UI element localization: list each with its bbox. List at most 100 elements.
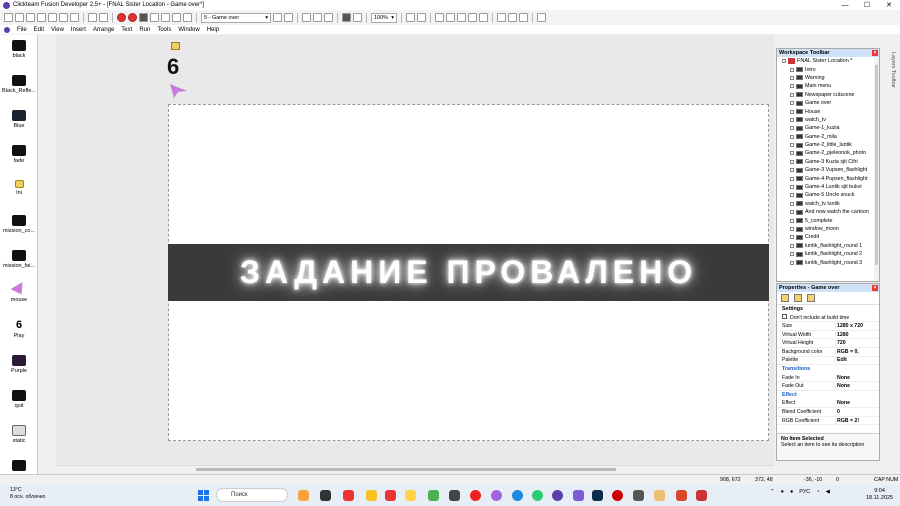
frame-tree-item[interactable]: Intro — [777, 65, 879, 73]
tray-app-icon[interactable]: ● — [790, 489, 793, 495]
frame-tree-item[interactable]: Game-3 Kuzia sjit Cifri — [777, 158, 879, 166]
object-item[interactable]: static — [0, 425, 37, 444]
object-item[interactable]: Black_Refle... — [0, 75, 37, 94]
object-item[interactable]: Purple — [0, 355, 37, 374]
fusion-icon[interactable] — [552, 490, 563, 501]
menu-file[interactable]: File — [17, 27, 27, 33]
minimize-button[interactable]: — — [834, 0, 856, 10]
object-item[interactable]: quit — [0, 390, 37, 409]
expand-icon[interactable] — [790, 84, 794, 89]
image-icon[interactable] — [435, 13, 444, 22]
grid-icon[interactable] — [313, 13, 322, 22]
menu-tools[interactable]: Tools — [157, 27, 171, 33]
shape-icon[interactable] — [479, 13, 488, 22]
menu-arrange[interactable]: Arrange — [93, 27, 114, 33]
redo-icon[interactable] — [99, 13, 108, 22]
menu-run[interactable]: Run — [139, 27, 150, 33]
taskbar-app-icon[interactable] — [696, 490, 707, 501]
object-item[interactable]: mission_fai... — [0, 250, 37, 269]
taskbar-app-icon[interactable] — [654, 490, 665, 501]
object-item[interactable]: fade — [0, 145, 37, 164]
expand-icon[interactable] — [790, 243, 794, 248]
menu-view[interactable]: View — [51, 27, 64, 33]
taskbar-app-icon[interactable] — [366, 490, 377, 501]
fullscreen-icon[interactable] — [537, 13, 546, 22]
property-row[interactable]: Background color RGB = 0, — [777, 348, 879, 357]
taskbar-app-icon[interactable] — [428, 490, 439, 501]
expand-icon[interactable] — [790, 210, 794, 215]
layers-toolbar-tab[interactable]: Layers Toolbar — [882, 48, 896, 168]
property-row[interactable]: Virtual Height 720 — [777, 339, 879, 348]
powerpoint-icon[interactable] — [676, 490, 687, 501]
tray-app-icon[interactable]: ● — [781, 489, 784, 495]
taskbar-app-icon[interactable] — [612, 490, 623, 501]
align-right-icon[interactable] — [519, 13, 528, 22]
object-item[interactable]: black — [0, 40, 37, 59]
frame-select[interactable]: 5 - Game over ▾ — [201, 12, 271, 23]
frame-tree-item[interactable]: Game-2_mila — [777, 133, 879, 141]
frame-tree-item[interactable]: luntik_flashlight_round 1 — [777, 242, 879, 250]
expand-icon[interactable] — [790, 218, 794, 223]
object-item[interactable]: 6 Play — [0, 319, 37, 339]
event-list-icon[interactable] — [183, 13, 192, 22]
property-value[interactable]: None — [835, 383, 875, 390]
align-icon[interactable] — [302, 13, 311, 22]
expand-icon[interactable] — [790, 193, 794, 198]
folder-icon[interactable] — [405, 490, 416, 501]
chevron-up-icon[interactable]: ⌃ — [770, 489, 775, 495]
text-icon[interactable] — [468, 13, 477, 22]
frame-tree-item[interactable]: window_moon — [777, 225, 879, 233]
property-value[interactable]: 1280 — [835, 331, 875, 338]
weather-widget[interactable]: 13°C 8 осн. облачно — [10, 487, 45, 501]
save-all-icon[interactable] — [37, 13, 46, 22]
runtime-tab-icon[interactable] — [794, 294, 802, 302]
ini-object-icon[interactable] — [171, 42, 180, 50]
menu-edit[interactable]: Edit — [34, 27, 44, 33]
expand-icon[interactable] — [790, 101, 794, 106]
expand-icon[interactable] — [790, 252, 794, 257]
expand-icon[interactable] — [790, 176, 794, 181]
app-menu-icon[interactable] — [4, 26, 10, 33]
mouse-object[interactable] — [170, 84, 188, 100]
edge-icon[interactable] — [512, 490, 523, 501]
property-row[interactable]: Effect None — [777, 400, 879, 409]
frame-tree-item[interactable]: Warning — [777, 74, 879, 82]
taskbar-app-icon[interactable] — [633, 490, 644, 501]
close-button[interactable]: ✕ — [878, 0, 900, 10]
opera-icon[interactable] — [470, 490, 481, 501]
pen-icon[interactable] — [446, 13, 455, 22]
taskbar-app-icon[interactable] — [449, 490, 460, 501]
zoom-icon[interactable] — [417, 13, 426, 22]
frame-tree-item[interactable]: 5_complete — [777, 216, 879, 224]
object-item[interactable]: mouse — [0, 282, 37, 303]
wifi-icon[interactable]: ◔ — [816, 489, 819, 495]
counter-object[interactable]: 6 — [167, 54, 179, 80]
property-row[interactable]: Palette Edit — [777, 357, 879, 366]
paste-icon[interactable] — [70, 13, 79, 22]
start-icon[interactable] — [198, 490, 209, 501]
frame-tree-item[interactable]: Game-5 Uncle snuck — [777, 191, 879, 199]
maximize-button[interactable]: ☐ — [856, 0, 878, 10]
object-item[interactable]: mission_co... — [0, 215, 37, 234]
layers-icon[interactable] — [342, 13, 351, 22]
event-editor-icon[interactable] — [172, 13, 181, 22]
align-center-icon[interactable] — [508, 13, 517, 22]
run-frame-icon[interactable] — [139, 13, 148, 22]
frame-tree-item[interactable]: Game-3 Vupsen_flashlight — [777, 166, 879, 174]
zoom-select[interactable]: 100% ▾ — [371, 12, 397, 23]
property-value[interactable]: 1280 x 720 — [835, 322, 875, 329]
align-left-icon[interactable] — [497, 13, 506, 22]
frame-editor-icon[interactable] — [161, 13, 170, 22]
mission-failed-banner[interactable]: ЗАДАНИЕ ПРОВАЛЕНО — [168, 244, 769, 301]
expand-icon[interactable] — [790, 227, 794, 231]
frame-tree-item[interactable]: Game-2_little_luntik — [777, 141, 879, 149]
snap-icon[interactable] — [324, 13, 333, 22]
property-row[interactable]: Fade Out None — [777, 382, 879, 391]
property-row[interactable]: Fade In None — [777, 374, 879, 383]
taskbar-app-icon[interactable] — [298, 490, 309, 501]
expand-icon[interactable] — [790, 201, 794, 206]
cut-icon[interactable] — [48, 13, 57, 22]
frame-tree-item[interactable]: Newspaper cutscene — [777, 91, 879, 99]
select-icon[interactable] — [457, 13, 466, 22]
frame-tree-item[interactable]: Game-4 Luntik sjit bukvi — [777, 183, 879, 191]
